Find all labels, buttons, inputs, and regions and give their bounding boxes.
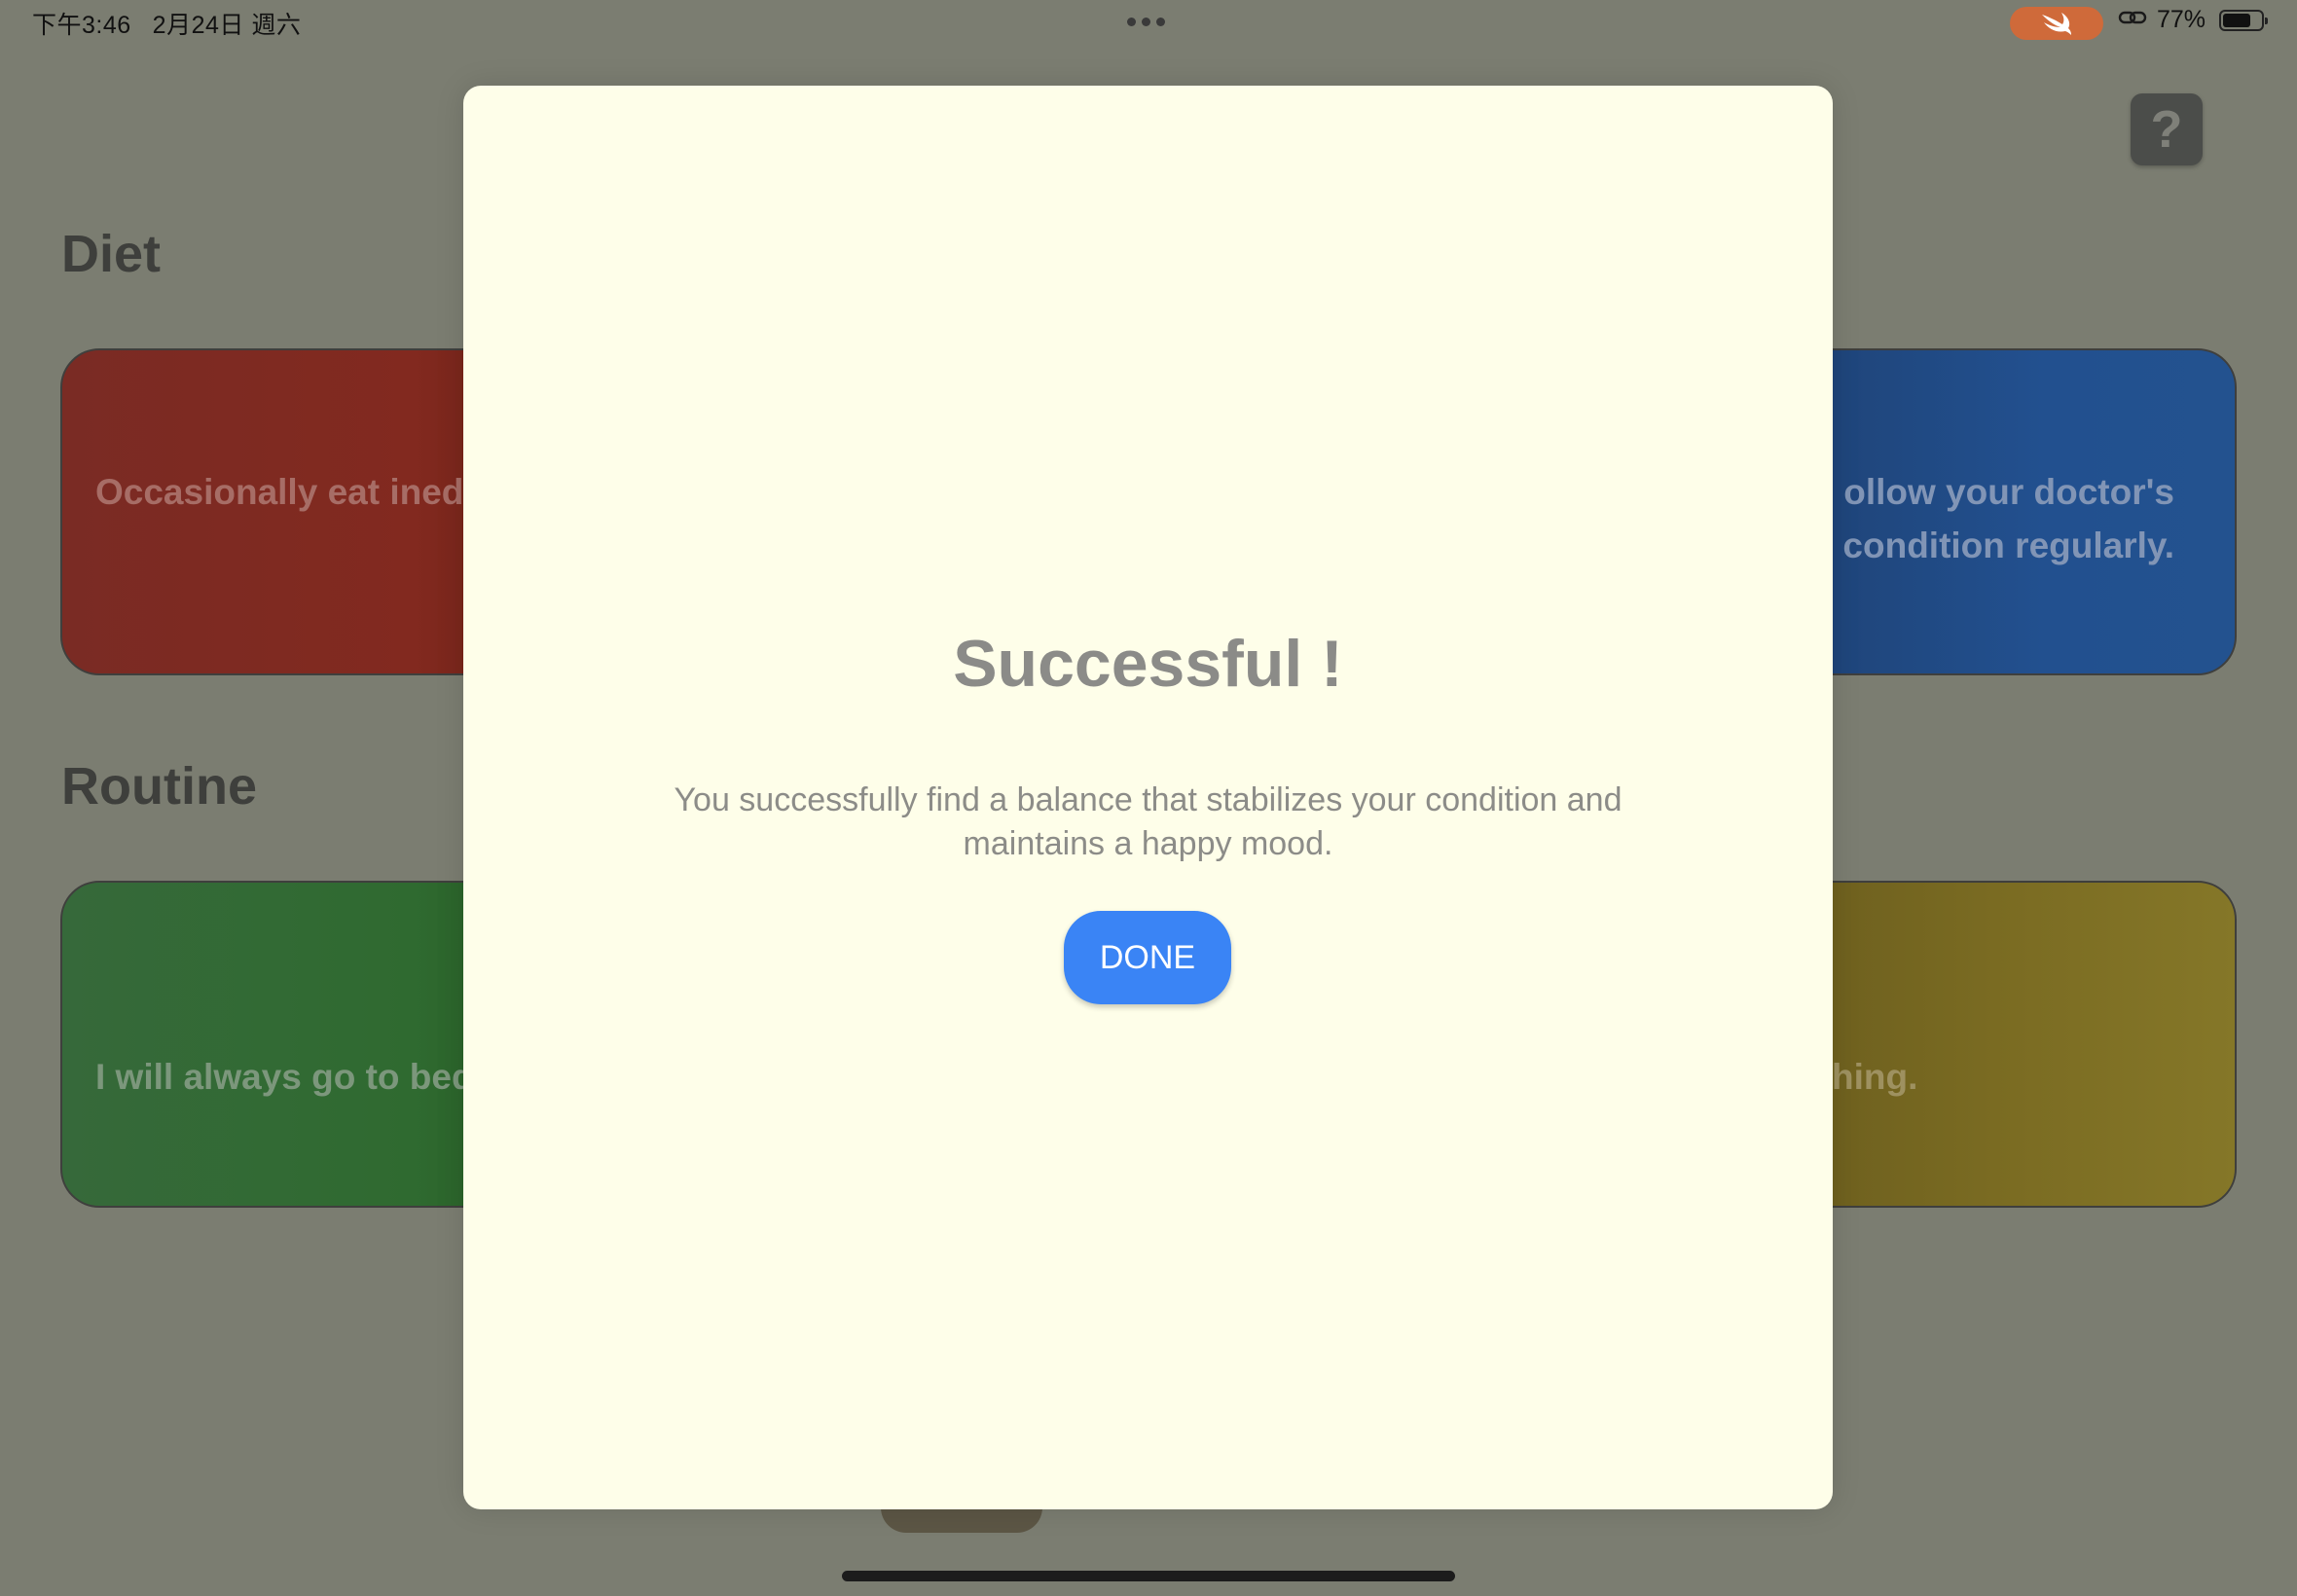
battery-percent: 77% — [2157, 6, 2206, 33]
card-text: Occasionally eat inedi — [95, 472, 474, 512]
link-icon — [2118, 6, 2147, 34]
done-button[interactable]: DONE — [1064, 911, 1231, 1004]
card-text: ollow your doctor's condition regularly. — [1842, 472, 2174, 565]
status-time: 下午3:46 — [32, 12, 131, 39]
section-title-diet: Diet — [61, 225, 162, 283]
success-modal: Successful ! You successfully find a bal… — [463, 86, 1833, 1509]
modal-message: You successfully find a balance that sta… — [674, 781, 1622, 862]
home-indicator[interactable] — [842, 1571, 1455, 1581]
status-indicators: 77% — [2118, 6, 2269, 34]
modal-title: Successful ! — [953, 627, 1343, 701]
battery-icon — [2219, 9, 2269, 31]
swift-icon[interactable] — [2010, 7, 2103, 40]
section-title-routine: Routine — [61, 757, 257, 816]
card-text: hing. — [1832, 1057, 1918, 1097]
card-text: I will always go to bed — [95, 1057, 474, 1097]
help-button[interactable]: ? — [2131, 93, 2203, 165]
more-dots-icon[interactable] — [1127, 18, 1165, 26]
status-bar-clock: 下午3:46 2月24日 週六 — [32, 6, 301, 41]
status-date: 2月24日 週六 — [152, 12, 302, 39]
